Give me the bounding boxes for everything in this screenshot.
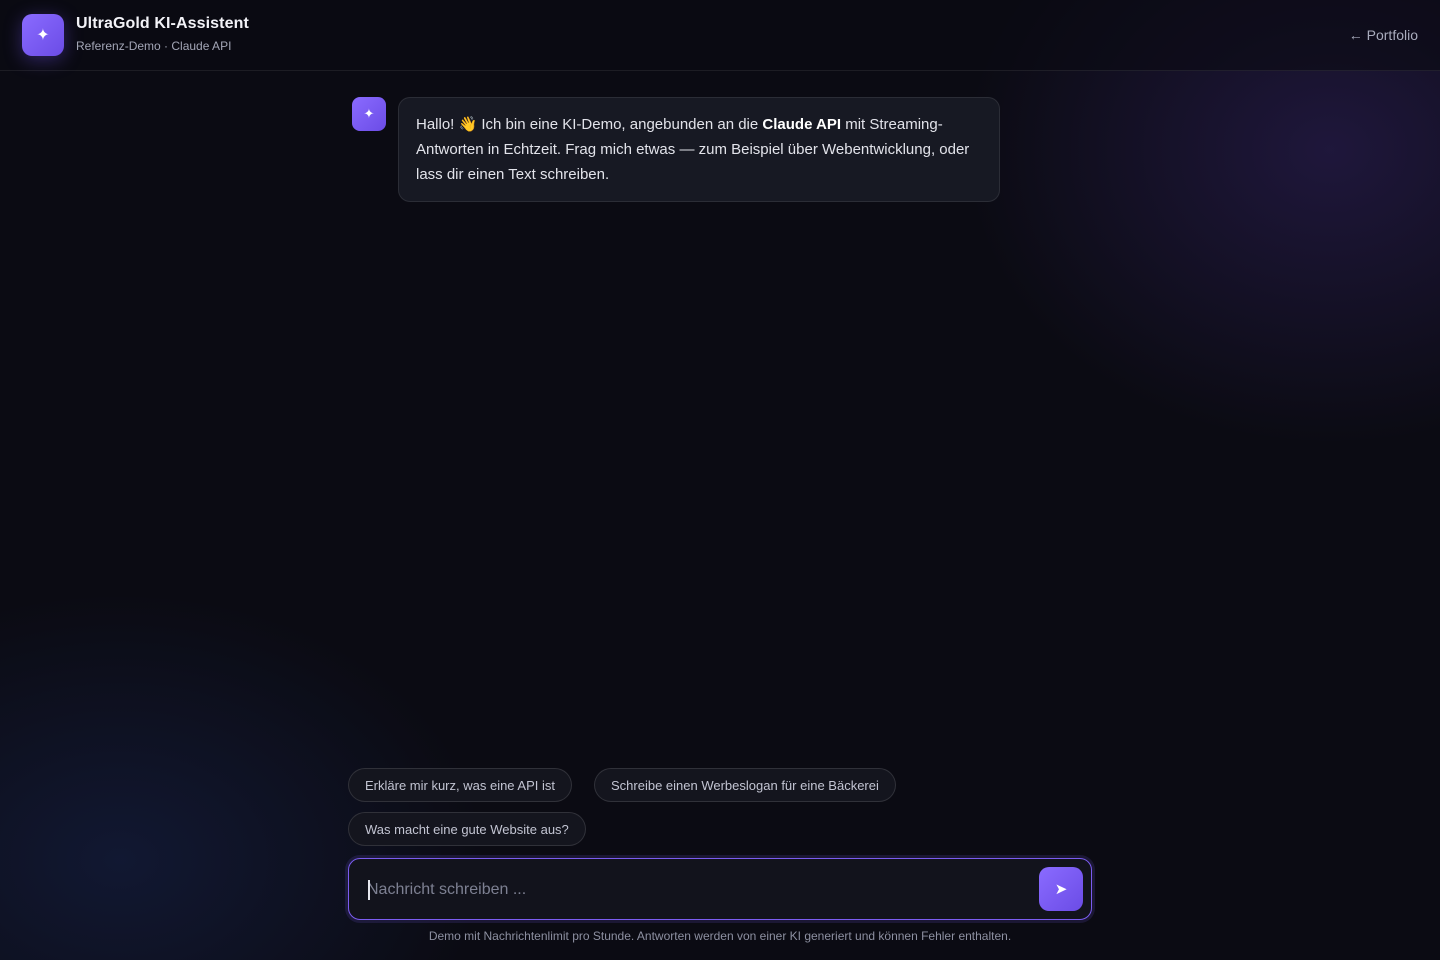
disclaimer-text: Demo mit Nachrichtenlimit pro Stunde. An… [428, 929, 1012, 943]
assistant-avatar: ✦ [352, 97, 386, 131]
suggestion-chip-slogan[interactable]: Schreibe einen Werbeslogan für eine Bäck… [594, 768, 896, 802]
message-text-bold: Claude API [762, 116, 842, 133]
sparkle-logo-icon: ✦ [22, 14, 64, 56]
sparkle-icon: ✦ [363, 106, 375, 121]
message-input[interactable] [367, 875, 1017, 905]
suggestion-chip-website[interactable]: Was macht eine gute Website aus? [348, 812, 586, 846]
app-title: UltraGold KI-Assistent [76, 15, 249, 32]
message-composer [348, 858, 1092, 920]
send-button[interactable]: ➤ [1039, 867, 1083, 911]
sparkle-icon: ✦ [36, 27, 50, 44]
message-text-before: Hallo! 👋 Ich bin eine KI-Demo, angebunde… [416, 116, 763, 133]
suggestion-chip-api[interactable]: Erkläre mir kurz, was eine API ist [348, 768, 572, 802]
assistant-message-bubble: Hallo! 👋 Ich bin eine KI-Demo, angebunde… [398, 97, 1000, 202]
portfolio-back-link[interactable]: ← Portfolio [1349, 27, 1418, 43]
app-subtitle: Referenz-Demo · Claude API [76, 39, 232, 53]
send-arrow-icon: ➤ [1054, 881, 1068, 898]
app-header: ✦ UltraGold KI-Assistent Referenz-Demo ·… [0, 0, 1440, 71]
text-cursor [368, 880, 370, 900]
